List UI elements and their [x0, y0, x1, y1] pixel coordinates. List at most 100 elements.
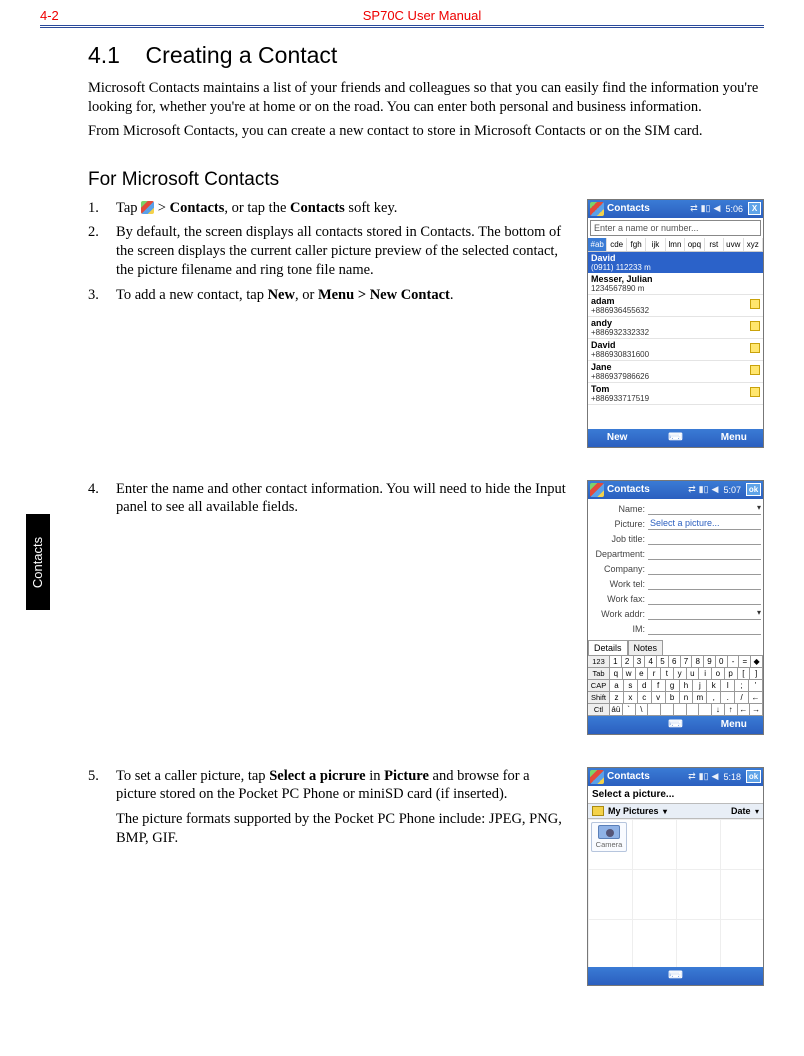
contact-row[interactable]: Messer, Julian1234567890 m: [588, 273, 763, 295]
field-input[interactable]: ▾: [648, 608, 761, 620]
key[interactable]: [674, 704, 687, 716]
ok-button[interactable]: ok: [746, 483, 761, 496]
key[interactable]: z: [610, 692, 624, 704]
key[interactable]: `: [623, 704, 636, 716]
key[interactable]: 3: [634, 656, 646, 668]
contact-row[interactable]: adam+886936455632: [588, 295, 763, 317]
sip-toggle-icon[interactable]: [646, 970, 704, 981]
key[interactable]: 5: [657, 656, 669, 668]
key[interactable]: ◆: [751, 656, 763, 668]
field-input[interactable]: Select a picture...: [648, 518, 761, 530]
key[interactable]: w: [623, 668, 636, 680]
sip-toggle-icon[interactable]: [646, 432, 704, 443]
field-input[interactable]: [648, 578, 761, 590]
key[interactable]: [: [738, 668, 751, 680]
key[interactable]: v: [652, 692, 666, 704]
key[interactable]: ;: [735, 680, 749, 692]
contact-row-selected[interactable]: David (0911) 112233 m: [588, 252, 763, 273]
key[interactable]: f: [652, 680, 666, 692]
sort-dropdown[interactable]: Date ▾: [731, 806, 759, 816]
key[interactable]: ←: [749, 692, 763, 704]
alpha-tab[interactable]: lmn: [666, 238, 685, 251]
softkey-new[interactable]: New: [588, 432, 646, 443]
key[interactable]: c: [638, 692, 652, 704]
alpha-tab[interactable]: #ab: [588, 238, 607, 251]
key[interactable]: ←: [738, 704, 751, 716]
key[interactable]: 2: [622, 656, 634, 668]
field-input[interactable]: [648, 593, 761, 605]
tab-details[interactable]: Details: [588, 640, 628, 655]
key[interactable]: ↓: [712, 704, 725, 716]
field-input[interactable]: [648, 623, 761, 635]
key[interactable]: -: [728, 656, 740, 668]
tab-notes[interactable]: Notes: [628, 640, 664, 655]
field-input[interactable]: ▾: [648, 503, 761, 515]
key[interactable]: s: [624, 680, 638, 692]
key[interactable]: e: [636, 668, 649, 680]
key[interactable]: h: [680, 680, 694, 692]
key[interactable]: ↑: [725, 704, 738, 716]
key[interactable]: .: [721, 692, 735, 704]
key[interactable]: [687, 704, 700, 716]
alpha-tab[interactable]: ijk: [646, 238, 665, 251]
alpha-tab[interactable]: rst: [705, 238, 724, 251]
key[interactable]: 9: [704, 656, 716, 668]
key[interactable]: 8: [692, 656, 704, 668]
key[interactable]: b: [666, 692, 680, 704]
key[interactable]: =: [739, 656, 751, 668]
search-input[interactable]: Enter a name or number...: [590, 220, 761, 236]
key[interactable]: 7: [681, 656, 693, 668]
alpha-tab[interactable]: xyz: [744, 238, 763, 251]
field-input[interactable]: [648, 548, 761, 560]
key[interactable]: /: [735, 692, 749, 704]
folder-dropdown[interactable]: My Pictures ▾: [608, 806, 731, 816]
camera-thumbnail[interactable]: Camera: [591, 822, 627, 852]
key[interactable]: áü: [610, 704, 623, 716]
field-input[interactable]: [648, 533, 761, 545]
key[interactable]: \: [636, 704, 649, 716]
key[interactable]: m: [693, 692, 707, 704]
softkey-menu[interactable]: Menu: [705, 432, 763, 443]
key[interactable]: 6: [669, 656, 681, 668]
key[interactable]: Ctl: [588, 704, 610, 716]
key[interactable]: [648, 704, 661, 716]
contact-row[interactable]: andy+886932332332: [588, 317, 763, 339]
soft-keyboard[interactable]: 1231234567890-=◆Tabqwertyuiop[]CAPasdfgh…: [588, 655, 763, 716]
key[interactable]: →: [750, 704, 763, 716]
key[interactable]: p: [725, 668, 738, 680]
contact-row[interactable]: David+886930831600: [588, 339, 763, 361]
field-input[interactable]: [648, 563, 761, 575]
ok-button[interactable]: ok: [746, 770, 761, 783]
key[interactable]: d: [638, 680, 652, 692]
key[interactable]: ': [749, 680, 763, 692]
key[interactable]: g: [666, 680, 680, 692]
key[interactable]: o: [712, 668, 725, 680]
key[interactable]: 123: [588, 656, 610, 668]
softkey-menu[interactable]: Menu: [705, 719, 763, 730]
key[interactable]: t: [661, 668, 674, 680]
alpha-tab[interactable]: fgh: [627, 238, 646, 251]
key[interactable]: a: [610, 680, 624, 692]
alpha-tab[interactable]: cde: [607, 238, 626, 251]
key[interactable]: Shift: [588, 692, 610, 704]
close-button[interactable]: X: [748, 202, 761, 215]
key[interactable]: [699, 704, 712, 716]
key[interactable]: n: [680, 692, 694, 704]
start-menu-icon[interactable]: [590, 483, 604, 497]
sip-toggle-icon[interactable]: [646, 719, 704, 730]
key[interactable]: 4: [645, 656, 657, 668]
contact-row[interactable]: Jane+886937986626: [588, 361, 763, 383]
key[interactable]: x: [624, 692, 638, 704]
contact-row[interactable]: Tom+886933717519: [588, 383, 763, 405]
key[interactable]: [661, 704, 674, 716]
start-menu-icon[interactable]: [590, 202, 604, 216]
key[interactable]: ]: [750, 668, 763, 680]
key[interactable]: Tab: [588, 668, 610, 680]
key[interactable]: j: [693, 680, 707, 692]
alpha-tab[interactable]: uvw: [724, 238, 743, 251]
key[interactable]: CAP: [588, 680, 610, 692]
alpha-tab[interactable]: opq: [685, 238, 704, 251]
key[interactable]: k: [707, 680, 721, 692]
key[interactable]: l: [721, 680, 735, 692]
alpha-index[interactable]: #abcdefghijklmnopqrstuvwxyz: [588, 238, 763, 252]
